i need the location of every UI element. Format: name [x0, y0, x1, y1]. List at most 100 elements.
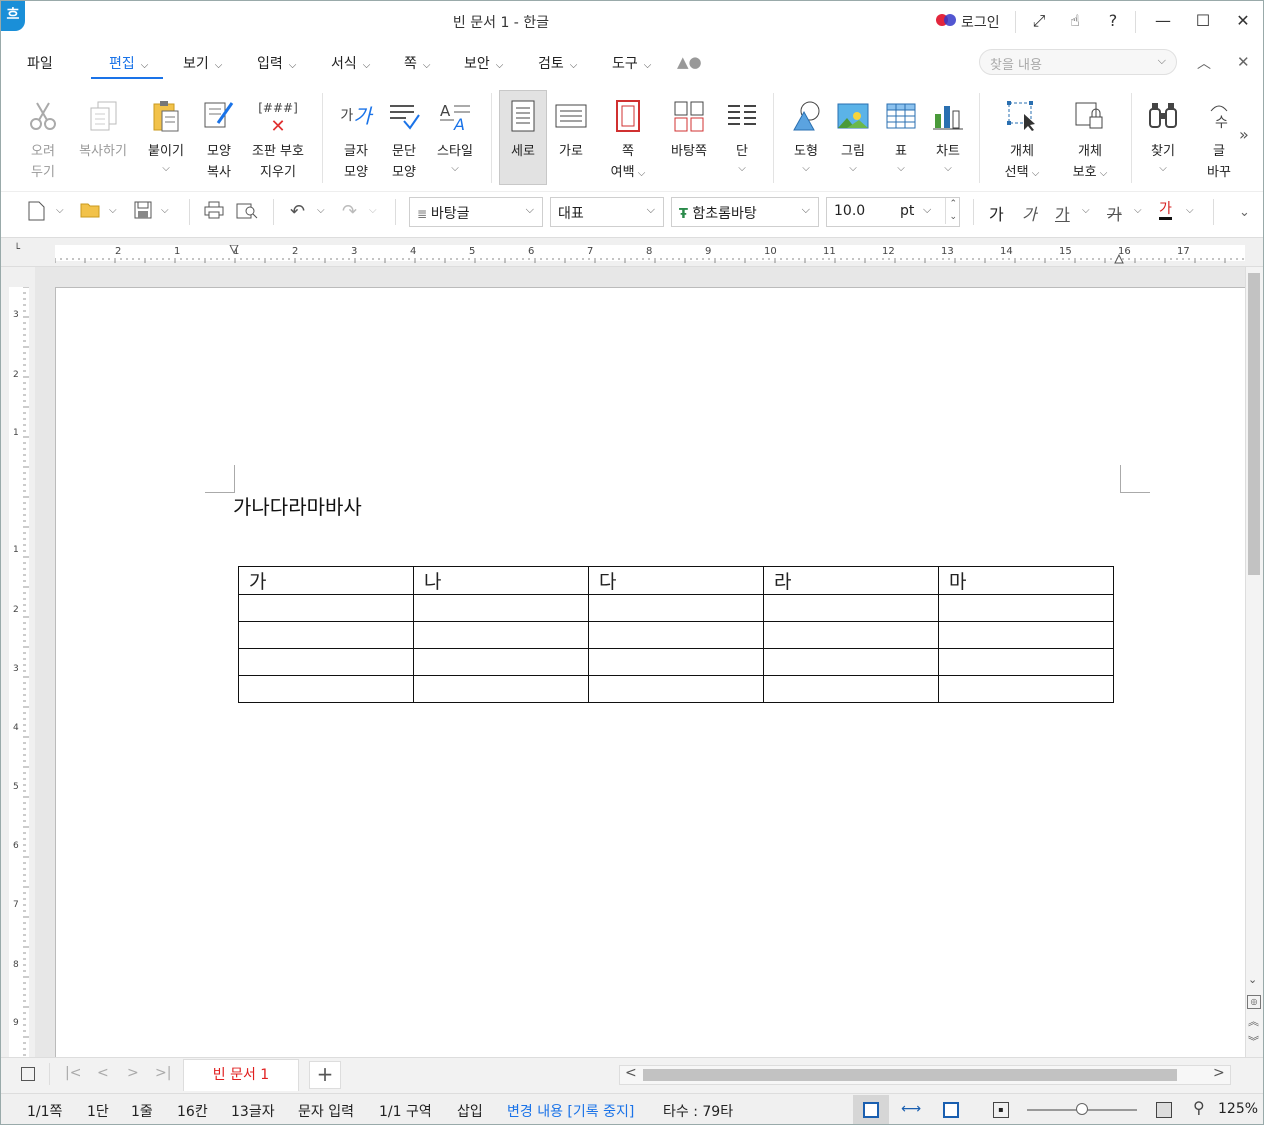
menu-file[interactable]: 파일: [27, 53, 53, 73]
menu-page[interactable]: 쪽 ⌵: [404, 53, 430, 73]
touch-icon[interactable]: ☝: [1063, 9, 1087, 35]
menu-insert[interactable]: 입력 ⌵: [257, 53, 296, 73]
language-select[interactable]: 대표 ⌵: [550, 197, 664, 227]
next-page-icon[interactable]: ︾: [1248, 1036, 1259, 1047]
table-cell[interactable]: [413, 648, 589, 676]
table-cell[interactable]: 가: [238, 566, 414, 595]
page-margin-button[interactable]: 쪽 여백 ⌵: [600, 91, 656, 184]
table-cell[interactable]: [763, 594, 939, 622]
collapse-ribbon-icon[interactable]: ︿: [1197, 53, 1211, 73]
table-cell[interactable]: [238, 648, 414, 676]
document-paragraph[interactable]: 가나다라마바사: [233, 491, 362, 520]
table-cell[interactable]: [413, 675, 589, 703]
chart-button[interactable]: 차트 ⌵: [920, 91, 976, 176]
table-cell[interactable]: [588, 675, 764, 703]
chevron-down-icon[interactable]: ⌵: [317, 205, 325, 216]
close-doc-icon[interactable]: ✕: [1237, 53, 1250, 71]
table-cell[interactable]: 나: [413, 566, 589, 595]
full-page-view-icon[interactable]: [943, 1102, 959, 1118]
print-preview-icon[interactable]: [236, 201, 258, 223]
redo-icon[interactable]: ↷: [342, 201, 357, 222]
table-cell[interactable]: [588, 648, 764, 676]
table-cell[interactable]: [238, 675, 414, 703]
paste-button[interactable]: 붙이기 ⌵: [138, 91, 194, 176]
columns-button[interactable]: 단 ⌵: [714, 91, 770, 176]
chevron-down-icon[interactable]: ⌵: [161, 205, 169, 216]
italic-button[interactable]: 가: [1022, 201, 1037, 225]
menu-edit[interactable]: 편집 ⌵: [109, 53, 148, 73]
ribbon-more-icon[interactable]: »: [1239, 125, 1249, 144]
help-icon[interactable]: ?: [1101, 9, 1125, 35]
vertical-scroll-thumb[interactable]: [1248, 273, 1260, 575]
horizontal-page-button[interactable]: 가로: [543, 91, 599, 162]
tab-document-1[interactable]: 빈 문서 1: [183, 1059, 299, 1091]
page-view-icon[interactable]: [21, 1067, 35, 1081]
expand-icon[interactable]: ⤢: [1027, 9, 1051, 35]
chevron-down-icon[interactable]: ⌵: [109, 205, 117, 216]
master-page-button[interactable]: 바탕쪽: [661, 91, 717, 162]
table-cell[interactable]: [588, 594, 764, 622]
tab-type-icon[interactable]: └: [14, 244, 20, 255]
open-folder-icon[interactable]: [80, 201, 102, 223]
undo-icon[interactable]: ↶: [290, 201, 305, 222]
replace-button[interactable]: 수 글 바꾸: [1201, 91, 1237, 183]
login-button[interactable]: 로그인: [961, 12, 1000, 32]
zoom-icon[interactable]: ⚲: [1193, 1098, 1205, 1117]
scroll-target-icon[interactable]: ◎: [1247, 995, 1261, 1009]
table-cell[interactable]: [938, 621, 1114, 649]
menu-security[interactable]: 보안 ⌵: [464, 53, 503, 73]
table-cell[interactable]: [413, 594, 589, 622]
scroll-down-icon[interactable]: ⌄: [1248, 973, 1257, 986]
chevron-down-icon[interactable]: ⌵: [1082, 205, 1090, 216]
add-tab-button[interactable]: +: [309, 1061, 341, 1089]
zoom-page-icon[interactable]: [1156, 1102, 1172, 1118]
status-input-mode[interactable]: 문자 입력: [298, 1101, 354, 1121]
table-cell[interactable]: [938, 675, 1114, 703]
close-icon[interactable]: ✕: [1231, 9, 1255, 35]
chevron-down-icon[interactable]: ⌵: [369, 205, 377, 216]
app-logo[interactable]: 흐: [1, 1, 25, 31]
save-icon[interactable]: [134, 201, 152, 223]
table-cell[interactable]: [938, 648, 1114, 676]
erase-codes-button[interactable]: [###] ✕ 조판 부호 지우기: [247, 91, 309, 183]
style-button[interactable]: AA 스타일 ⌵: [427, 91, 483, 176]
print-icon[interactable]: [204, 201, 224, 223]
table-cell[interactable]: [413, 621, 589, 649]
font-size-field[interactable]: 10.0 pt ⌵ ⌃ ⌄: [826, 197, 960, 227]
bold-button[interactable]: 가: [989, 201, 1004, 225]
strikethrough-button[interactable]: 가: [1107, 201, 1122, 225]
scroll-right-icon[interactable]: >: [1213, 1065, 1225, 1081]
maximize-icon[interactable]: ☐: [1191, 9, 1215, 35]
table-cell[interactable]: 마: [938, 566, 1114, 595]
cut-button[interactable]: 오려 두기: [15, 91, 71, 183]
table-cell[interactable]: [588, 621, 764, 649]
find-button[interactable]: 찾기 ⌵: [1135, 91, 1191, 176]
scroll-left-icon[interactable]: <: [625, 1065, 637, 1081]
zoom-fit-icon[interactable]: ▪: [993, 1102, 1009, 1118]
login-icon-overlay[interactable]: [944, 14, 956, 26]
format-copy-button[interactable]: 모양 복사: [191, 91, 247, 183]
menu-format[interactable]: 서식 ⌵: [331, 53, 370, 73]
table-cell[interactable]: [938, 594, 1114, 622]
copy-button[interactable]: 복사하기: [73, 91, 133, 162]
next-tab-icon[interactable]: >: [127, 1065, 139, 1081]
zoom-slider-handle[interactable]: [1076, 1103, 1088, 1115]
table-cell[interactable]: [763, 621, 939, 649]
select-object-button[interactable]: 개체 선택 ⌵: [991, 91, 1053, 184]
zoom-level[interactable]: 125%: [1218, 1101, 1258, 1117]
font-color-button[interactable]: 가: [1159, 201, 1172, 220]
prev-page-icon[interactable]: ︽: [1248, 1016, 1259, 1027]
document-table[interactable]: 가 나 다 라 마: [238, 566, 1114, 703]
table-cell[interactable]: 라: [763, 566, 939, 595]
table-cell[interactable]: [763, 648, 939, 676]
status-insert-mode[interactable]: 삽입: [457, 1101, 483, 1121]
toolbar-more-icon[interactable]: ⌄: [1239, 205, 1250, 220]
prev-tab-icon[interactable]: <: [97, 1065, 109, 1081]
table-cell[interactable]: [763, 675, 939, 703]
shapes-icon[interactable]: ▲●: [677, 53, 702, 71]
style-select[interactable]: ≣ 바탕글 ⌵: [409, 197, 543, 227]
last-tab-icon[interactable]: >|: [155, 1065, 171, 1081]
table-cell[interactable]: [238, 621, 414, 649]
status-track-changes[interactable]: 변경 내용 [기록 중지]: [507, 1101, 634, 1121]
table-cell[interactable]: 다: [588, 566, 764, 595]
